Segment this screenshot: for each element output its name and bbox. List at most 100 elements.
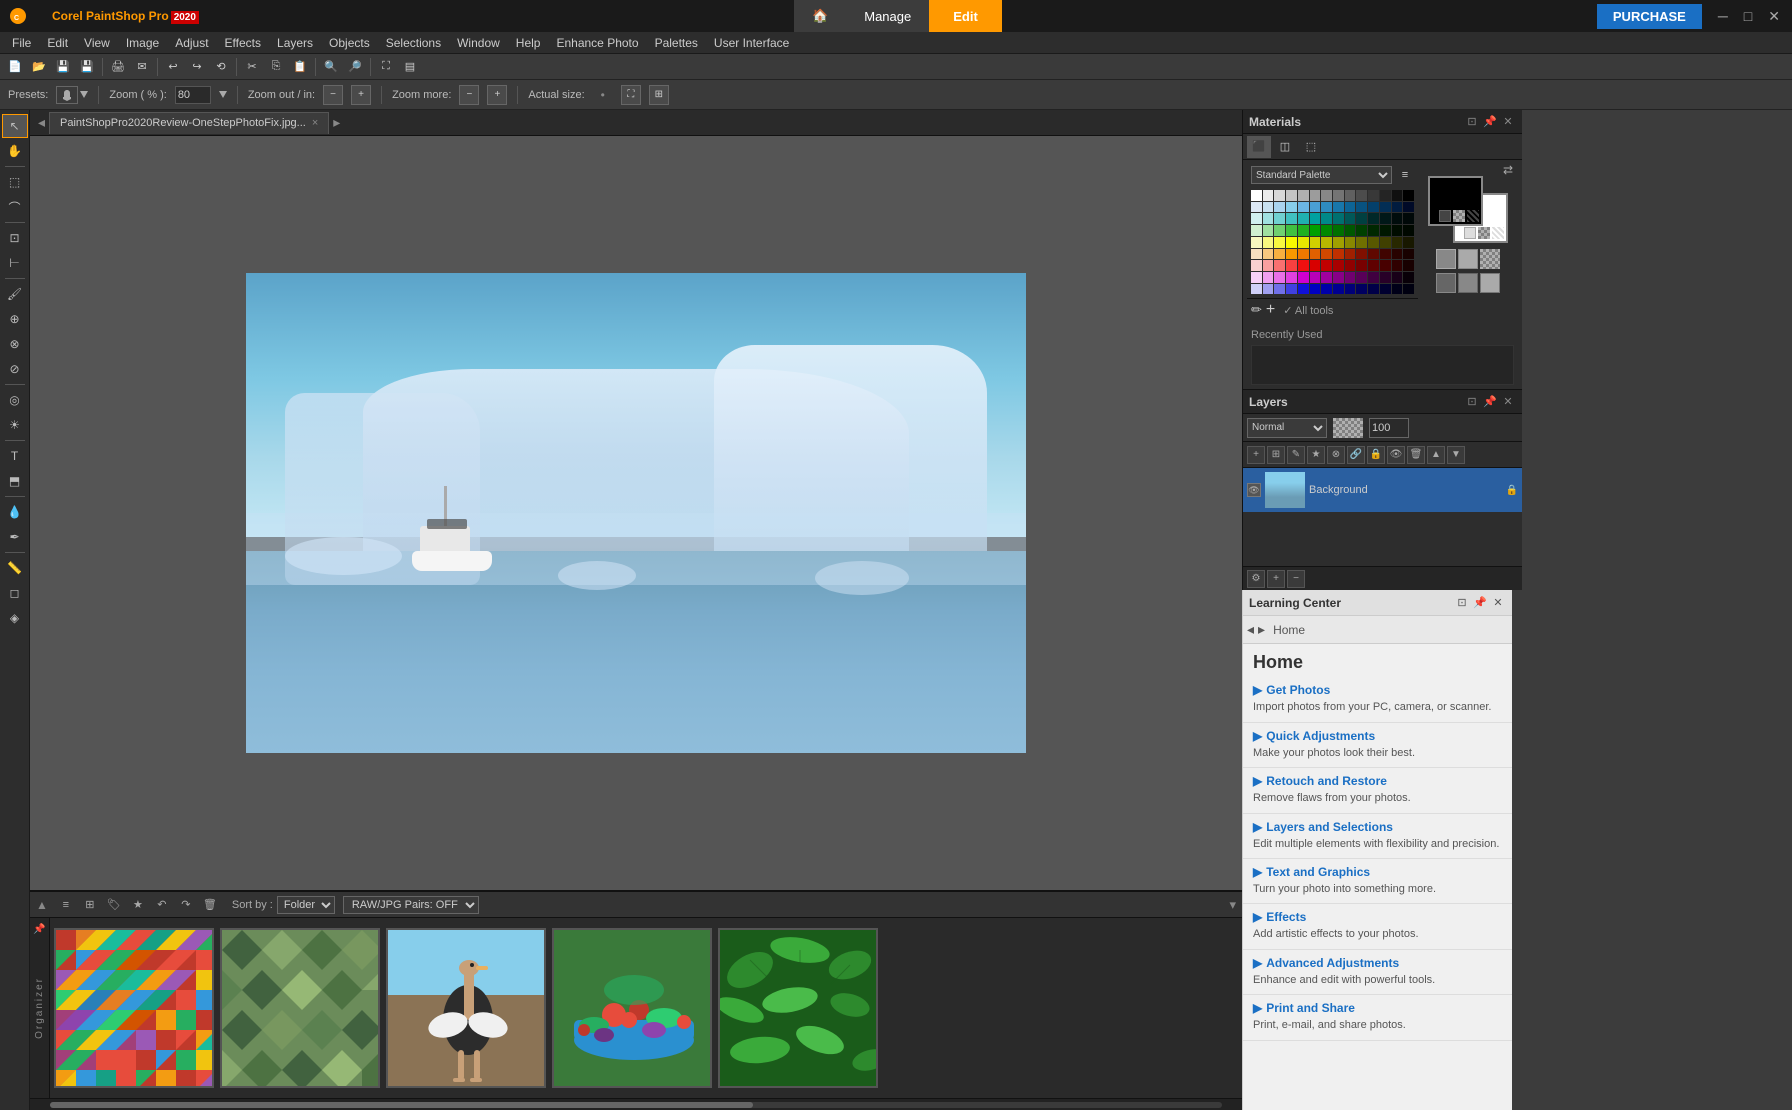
color-swatch[interactable] <box>1298 237 1309 248</box>
save-as-button[interactable]: 💾 <box>76 56 98 78</box>
lc-section-item[interactable]: ▶Print and SharePrint, e-mail, and share… <box>1243 995 1512 1040</box>
menu-layers[interactable]: Layers <box>269 32 321 53</box>
doc-tab-close[interactable]: × <box>312 117 318 129</box>
materials-float-button[interactable]: ⊡ <box>1464 114 1480 130</box>
color-swatch[interactable] <box>1333 284 1344 295</box>
layer-move-up-btn[interactable]: ▲ <box>1427 446 1445 464</box>
vector-tool[interactable]: ◈ <box>2 606 28 630</box>
color-swatch[interactable] <box>1274 284 1285 295</box>
color-swatch[interactable] <box>1321 249 1332 260</box>
palette-options-btn[interactable]: ≡ <box>1396 166 1414 184</box>
color-swatch[interactable] <box>1392 284 1403 295</box>
color-swatch[interactable] <box>1403 202 1414 213</box>
color-swatch[interactable] <box>1356 237 1367 248</box>
color-swatch[interactable] <box>1251 225 1262 236</box>
layers-del-btn[interactable]: − <box>1287 570 1305 588</box>
color-swatch[interactable] <box>1310 202 1321 213</box>
clone-tool[interactable]: ⊕ <box>2 307 28 331</box>
color-swatch[interactable] <box>1251 237 1262 248</box>
color-swatch[interactable] <box>1333 225 1344 236</box>
color-swatch[interactable] <box>1392 237 1403 248</box>
thumbnail-tiles[interactable] <box>220 928 380 1088</box>
color-swatch[interactable] <box>1263 190 1274 201</box>
layer-fx-btn[interactable]: ★ <box>1307 446 1325 464</box>
organizer-view-btn[interactable]: ≡ <box>56 895 76 915</box>
color-swatch[interactable] <box>1403 272 1414 283</box>
menu-file[interactable]: File <box>4 32 39 53</box>
color-swatch[interactable] <box>1263 284 1274 295</box>
undo-button[interactable]: ↩ <box>162 56 184 78</box>
color-swatch[interactable] <box>1298 190 1309 201</box>
document-tab[interactable]: PaintShopPro2020Review-OneStepPhotoFix.j… <box>49 112 329 134</box>
layers-pin-button[interactable]: 📌 <box>1482 394 1498 410</box>
color-swatch[interactable] <box>1321 237 1332 248</box>
organizer-star-btn[interactable]: ★ <box>128 895 148 915</box>
text-tool[interactable]: T <box>2 444 28 468</box>
swatch-extra-1[interactable] <box>1436 249 1456 269</box>
color-swatch[interactable] <box>1310 213 1321 224</box>
color-swatch[interactable] <box>1298 249 1309 260</box>
lc-section-item[interactable]: ▶Quick AdjustmentsMake your photos look … <box>1243 723 1512 768</box>
color-swatch[interactable] <box>1403 284 1414 295</box>
color-swatch[interactable] <box>1392 272 1403 283</box>
color-swatch[interactable] <box>1368 213 1379 224</box>
color-swatch[interactable] <box>1321 284 1332 295</box>
color-swatch[interactable] <box>1251 284 1262 295</box>
layers-float-button[interactable]: ⊡ <box>1464 394 1480 410</box>
color-swatch[interactable] <box>1333 272 1344 283</box>
color-swatch[interactable] <box>1310 237 1321 248</box>
crop-tool[interactable]: ⊡ <box>2 226 28 250</box>
color-swatch[interactable] <box>1345 202 1356 213</box>
color-swatch[interactable] <box>1298 272 1309 283</box>
organizer-close-button[interactable]: ▾ <box>1229 897 1236 913</box>
materials-pin-button[interactable]: 📌 <box>1482 114 1498 130</box>
color-swatch[interactable] <box>1310 190 1321 201</box>
raw-pairs-toggle[interactable]: RAW/JPG Pairs: OFF RAW/JPG Pairs: ON <box>343 896 479 914</box>
palette-dropdown[interactable]: Standard Palette <box>1251 166 1392 184</box>
layer-visibility-toggle[interactable]: 👁 <box>1247 483 1261 497</box>
copy-button[interactable]: ⎘ <box>265 56 287 78</box>
color-swatch[interactable] <box>1392 225 1403 236</box>
lc-section-item[interactable]: ▶Text and GraphicsTurn your photo into s… <box>1243 859 1512 904</box>
materials-close-button[interactable]: ✕ <box>1500 114 1516 130</box>
color-swatch[interactable] <box>1345 190 1356 201</box>
color-swatch[interactable] <box>1310 260 1321 271</box>
menu-adjust[interactable]: Adjust <box>167 32 216 53</box>
swap-colors-icon[interactable]: ⇄ <box>1503 163 1513 177</box>
zoom-in-button[interactable]: 🔍 <box>320 56 342 78</box>
menu-image[interactable]: Image <box>118 32 167 53</box>
thumbnail-vegetables[interactable] <box>552 928 712 1088</box>
layers-add-btn[interactable]: + <box>1267 570 1285 588</box>
color-swatch[interactable] <box>1298 225 1309 236</box>
color-swatch[interactable] <box>1274 260 1285 271</box>
color-swatch[interactable] <box>1263 213 1274 224</box>
layer-visible-btn[interactable]: 👁 <box>1387 446 1405 464</box>
open-file-button[interactable]: 📂 <box>28 56 50 78</box>
organizer-grid-btn[interactable]: ⊞ <box>80 895 100 915</box>
color-swatch[interactable] <box>1380 202 1391 213</box>
eyedropper-tool[interactable]: 💧 <box>2 500 28 524</box>
layer-mask-btn[interactable]: ⊗ <box>1327 446 1345 464</box>
color-swatch[interactable] <box>1321 272 1332 283</box>
color-swatch[interactable] <box>1251 213 1262 224</box>
pencil-icon[interactable]: ✏ <box>1251 302 1262 318</box>
color-swatch[interactable] <box>1380 213 1391 224</box>
color-swatch[interactable] <box>1286 249 1297 260</box>
swatch-extra-2[interactable] <box>1458 249 1478 269</box>
color-view-btn[interactable]: ⬛ <box>1247 136 1271 158</box>
color-swatch[interactable] <box>1403 237 1414 248</box>
zoom-dropdown-arrow[interactable] <box>219 91 227 99</box>
color-swatch[interactable] <box>1380 237 1391 248</box>
color-swatch[interactable] <box>1345 213 1356 224</box>
color-swatch[interactable] <box>1345 225 1356 236</box>
color-swatch[interactable] <box>1368 249 1379 260</box>
menu-effects[interactable]: Effects <box>217 32 269 53</box>
undo-history-button[interactable]: ⟲ <box>210 56 232 78</box>
color-swatch[interactable] <box>1286 202 1297 213</box>
home-tab[interactable]: 🏠 <box>794 0 846 32</box>
color-swatch[interactable] <box>1345 260 1356 271</box>
manage-tab[interactable]: Manage <box>846 0 929 32</box>
zoom-out-button-tb[interactable]: 🔎 <box>344 56 366 78</box>
lc-float-btn[interactable]: ⊡ <box>1454 595 1470 611</box>
color-swatch[interactable] <box>1251 202 1262 213</box>
